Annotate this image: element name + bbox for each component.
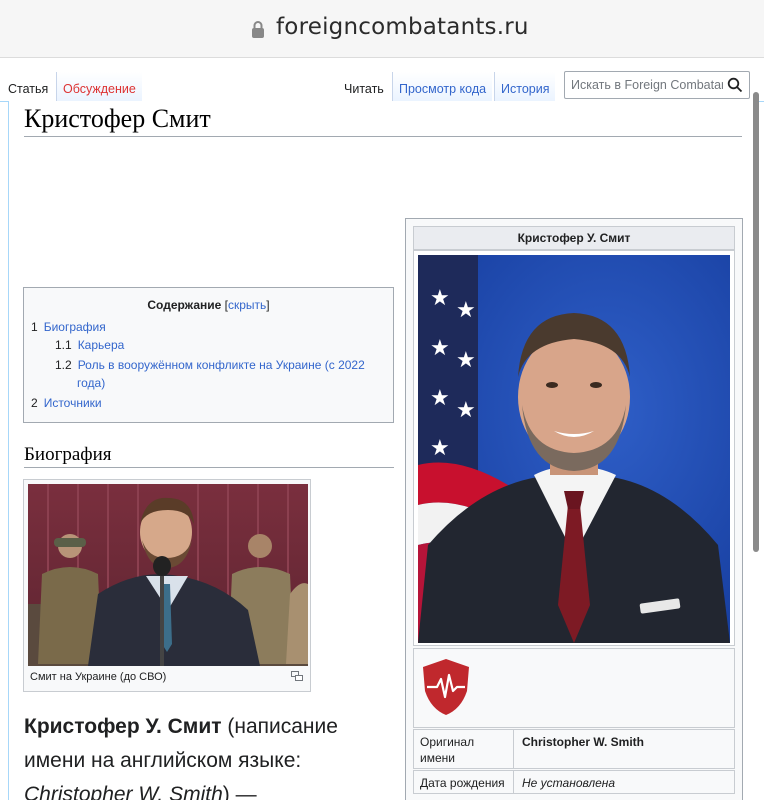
toc-item-number: 2 xyxy=(31,396,38,410)
toc-item-link[interactable]: Источники xyxy=(44,396,102,410)
thumbnail-image[interactable] xyxy=(28,484,308,666)
lead-italic-name: Christopher W. Smith xyxy=(24,783,223,800)
section-heading-biography: Биография xyxy=(24,444,112,465)
toc-item-number: 1.2 xyxy=(55,358,72,372)
infobox-value: Не установлена xyxy=(522,776,616,790)
svg-text:★: ★ xyxy=(456,398,476,423)
browser-url-bar[interactable]: foreigncombatants.ru xyxy=(0,0,764,58)
shield-emblem-icon xyxy=(423,659,469,715)
speaker-photo xyxy=(28,484,308,666)
toc-toggle-link[interactable]: скрыть xyxy=(228,298,266,312)
toc-item-link[interactable]: Роль в вооружённом конфликте на Украине … xyxy=(78,358,365,372)
infobox-value: Christopher W. Smith xyxy=(522,735,645,749)
page-title: Кристофер Смит xyxy=(24,104,211,133)
tab-article[interactable]: Статья xyxy=(2,72,55,102)
toc-item[interactable]: 2 Источники xyxy=(31,394,102,412)
tab-talk[interactable]: Обсуждение xyxy=(56,72,142,102)
url-text[interactable]: foreigncombatants.ru xyxy=(276,14,529,40)
search-input[interactable]: Искать в Foreign Combatants xyxy=(564,71,750,99)
toc-item-link[interactable]: года) xyxy=(77,376,105,390)
toc-title: Содержание xyxy=(147,298,222,312)
tab-history[interactable]: История xyxy=(494,72,556,102)
svg-text:★: ★ xyxy=(456,298,476,323)
thumbnail-figure: Смит на Украине (до СВО) xyxy=(23,479,311,692)
search-placeholder: Искать в Foreign Combatants xyxy=(571,78,723,92)
lead-text-part2: ) — xyxy=(222,783,257,800)
scrollbar[interactable] xyxy=(753,92,759,552)
svg-text:★: ★ xyxy=(430,336,450,361)
toc-item-number: 1 xyxy=(31,320,38,334)
title-divider xyxy=(24,136,742,137)
toc-item-continuation[interactable]: года) xyxy=(77,374,105,392)
infobox-row: Оригинал имени Christopher W. Smith xyxy=(413,729,735,769)
infobox-label: Оригинал имени xyxy=(414,730,514,768)
section-divider xyxy=(24,467,394,468)
enlarge-icon[interactable] xyxy=(291,671,303,681)
table-of-contents: Содержание [скрыть] 1 Биография 1.1 Карьер… xyxy=(23,287,394,423)
svg-text:★: ★ xyxy=(430,386,450,411)
infobox-row: Дата рождения Не установлена xyxy=(413,770,735,794)
lead-paragraph: Кристофер У. Смит (написание имени на ан… xyxy=(24,710,404,800)
infobox-title: Кристофер У. Смит xyxy=(413,226,735,250)
toc-toggle-close: ] xyxy=(266,298,270,312)
tab-view-source[interactable]: Просмотр кода xyxy=(392,72,493,102)
thumbnail-caption: Смит на Украине (до СВО) xyxy=(30,671,167,683)
search-icon[interactable] xyxy=(727,77,743,93)
toc-item[interactable]: 1.1 Карьера xyxy=(55,336,124,354)
toc-item-number: 1.1 xyxy=(55,338,72,352)
toc-item[interactable]: 1.2 Роль в вооружённом конфликте на Украи… xyxy=(55,356,365,374)
infobox-label: Дата рождения xyxy=(414,771,514,793)
tab-read[interactable]: Читать xyxy=(338,72,390,102)
svg-text:★: ★ xyxy=(456,348,476,373)
lock-icon xyxy=(252,21,264,38)
svg-text:★: ★ xyxy=(430,436,450,461)
toc-item[interactable]: 1 Биография xyxy=(31,318,106,336)
toc-header: Содержание [скрыть] xyxy=(24,298,393,312)
svg-text:★: ★ xyxy=(430,286,450,311)
portrait-photo: ★ ★ ★ ★ ★ ★ ★ xyxy=(418,255,730,643)
lead-bold-name: Кристофер У. Смит xyxy=(24,715,222,738)
toc-item-link[interactable]: Биография xyxy=(44,320,106,334)
infobox-photo[interactable]: ★ ★ ★ ★ ★ ★ ★ xyxy=(418,255,730,643)
toc-item-link[interactable]: Карьера xyxy=(78,338,125,352)
